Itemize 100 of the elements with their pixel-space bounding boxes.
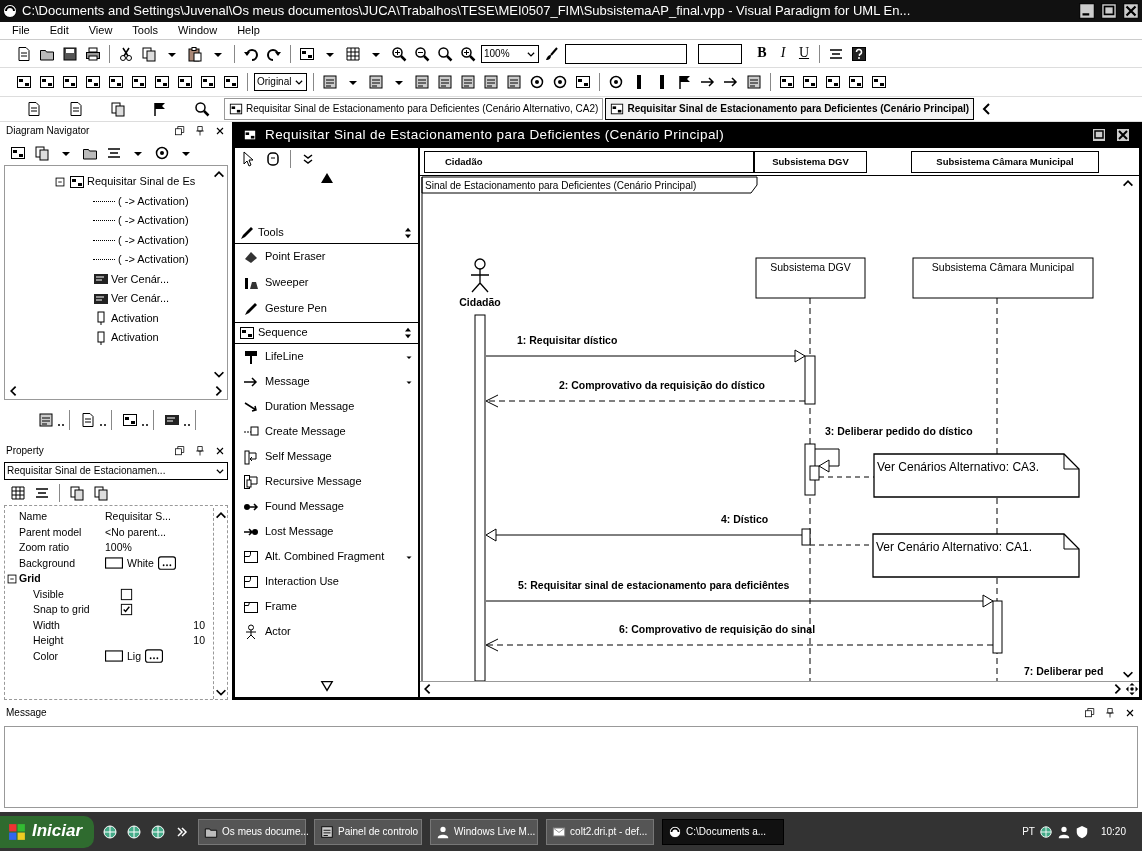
font-name-field[interactable] — [565, 43, 687, 64]
taskbar-button[interactable]: Windows Live M... — [430, 818, 539, 845]
expand-toggle-icon — [402, 327, 414, 339]
property-label: Zoom ratio — [19, 541, 70, 555]
expand-toggle-icon[interactable] — [5, 571, 19, 586]
menu-item[interactable]: File — [10, 23, 32, 38]
close-icon[interactable] — [214, 125, 226, 137]
restore-icon[interactable] — [1091, 127, 1107, 143]
document-tab[interactable]: Requisitar Sinal de Estacionamento para Deficientes (Cenário Principal) — [605, 98, 975, 120]
close-icon[interactable] — [214, 445, 226, 457]
menu-item[interactable]: Edit — [47, 23, 71, 38]
property-value: 100% — [105, 541, 132, 555]
taskbar-button[interactable]: colt2.dri.pt - def... — [546, 818, 655, 845]
tree-item[interactable]: Ver Cenár... — [111, 292, 170, 306]
property-label: Color — [33, 649, 59, 663]
palette-item[interactable]: Sweeper — [235, 270, 418, 296]
maximize-icon[interactable] — [1100, 2, 1118, 20]
menu-item[interactable]: View — [86, 23, 115, 38]
more-button[interactable] — [145, 647, 163, 666]
menu-item[interactable]: Help — [235, 23, 262, 38]
tree-item[interactable]: Ver Cenár... — [111, 272, 170, 286]
taskbar-button[interactable]: C:\Documents a... — [662, 818, 785, 845]
flag-icon — [8, 822, 26, 841]
float-icon[interactable] — [174, 445, 186, 457]
close-icon[interactable] — [1122, 2, 1140, 20]
palette-item[interactable]: Lost Message — [235, 519, 418, 544]
tree-item[interactable]: ( -> Activation) — [118, 233, 189, 247]
message-label: 4: Dístico — [721, 513, 769, 525]
globe-icon[interactable] — [126, 823, 143, 840]
property-value: Requisitar S... — [105, 510, 171, 524]
palette-item[interactable]: Actor — [235, 619, 418, 644]
italic-button[interactable]: I — [774, 43, 792, 64]
tree-item[interactable]: ( -> Activation) — [118, 214, 189, 228]
message-label: 2: Comprovativo da requisição do dístico — [559, 379, 765, 391]
taskbar-button[interactable]: Painel de controlo — [314, 818, 423, 845]
palette-group[interactable]: Tools — [235, 222, 418, 244]
self-message-arrow — [814, 448, 840, 473]
globe-icon[interactable] — [150, 823, 167, 840]
start-button[interactable]: Iniciar — [0, 815, 95, 848]
taskbar-button[interactable]: Os meus docume... — [198, 818, 307, 845]
person-icon[interactable] — [1056, 824, 1071, 839]
zoom-value: 100% — [484, 47, 511, 60]
palette-item[interactable]: Message — [235, 369, 418, 394]
scroll-down-icon[interactable] — [319, 679, 334, 693]
document-tab[interactable]: Requisitar Sinal de Estacionamento para Deficientes (Cenário Alternativo, CA2) — [224, 98, 604, 120]
underline-button[interactable]: U — [795, 43, 813, 64]
message-label: 5: Requisitar sinal de estacionamento para deficiêntes — [518, 579, 790, 591]
diagram-icon — [239, 325, 255, 341]
palette-group[interactable]: Sequence — [235, 322, 418, 344]
float-icon[interactable] — [174, 125, 186, 137]
property-value: <No parent... — [105, 525, 166, 539]
bold-button[interactable]: B — [753, 43, 771, 64]
palette-item[interactable]: Found Message — [235, 494, 418, 519]
palette-item[interactable]: Point Eraser — [235, 244, 418, 270]
palette-item[interactable]: Gesture Pen — [235, 296, 418, 322]
palette-item[interactable]: Create Message — [235, 419, 418, 444]
expand-toggle-icon — [402, 226, 414, 239]
palette-item[interactable]: Duration Message — [235, 394, 418, 419]
move-icon[interactable] — [1125, 682, 1139, 696]
close-icon[interactable] — [1115, 127, 1131, 143]
language-indicator[interactable]: PT — [1022, 825, 1035, 838]
tree-item[interactable]: Activation — [111, 311, 159, 325]
element-dropdown[interactable]: Requisitar Sinal de Estacionamen... — [4, 462, 228, 480]
palette-item[interactable]: Self Message — [235, 444, 418, 469]
lifeline-name: Subsistema Câmara Municipal — [931, 261, 1075, 273]
tree-item[interactable]: Requisitar Sinal de Es — [87, 175, 196, 189]
checkbox[interactable] — [119, 602, 134, 618]
view-mode-value: Original — [257, 76, 292, 88]
checkbox[interactable] — [119, 586, 134, 602]
tree-item[interactable]: ( -> Activation) — [118, 253, 189, 267]
diagram-icon[interactable] — [120, 410, 154, 430]
expand-toggle-icon[interactable] — [53, 174, 67, 189]
lifeline-name: Subsistema DGV — [770, 261, 851, 273]
pin-icon[interactable] — [194, 125, 206, 137]
palette-item[interactable]: Frame — [235, 594, 418, 619]
palette-item[interactable]: LifeLine — [235, 344, 418, 369]
recursive-message-icon — [243, 473, 259, 490]
panel-title: Property — [6, 445, 44, 457]
lane-header: Cidadão — [424, 150, 754, 173]
font-size-field[interactable] — [698, 43, 742, 64]
clock: 10:20 — [1100, 825, 1126, 838]
tree-item[interactable]: Activation — [111, 331, 159, 345]
more-button[interactable] — [157, 554, 176, 573]
close-icon[interactable] — [1124, 707, 1136, 719]
menu-item[interactable]: Window — [176, 23, 220, 38]
palette-item[interactable]: Recursive Message — [235, 469, 418, 494]
pin-icon[interactable] — [194, 445, 206, 457]
menu-item[interactable]: Tools — [130, 23, 161, 38]
globe-icon[interactable] — [1038, 824, 1053, 839]
fragment-icon — [243, 548, 259, 565]
minimize-icon[interactable] — [1078, 2, 1096, 20]
globe-icon[interactable] — [102, 823, 119, 840]
palette-item[interactable]: Alt. Combined Fragment — [235, 544, 418, 569]
view-mode-dropdown[interactable]: Original — [254, 73, 308, 91]
tree-item[interactable]: ( -> Activation) — [118, 194, 189, 208]
float-icon[interactable] — [1084, 707, 1096, 719]
pin-icon[interactable] — [1104, 707, 1116, 719]
palette-item[interactable]: Interaction Use — [235, 569, 418, 594]
zoom-dropdown[interactable]: 100% — [481, 44, 539, 63]
shield-icon[interactable] — [1074, 824, 1089, 839]
